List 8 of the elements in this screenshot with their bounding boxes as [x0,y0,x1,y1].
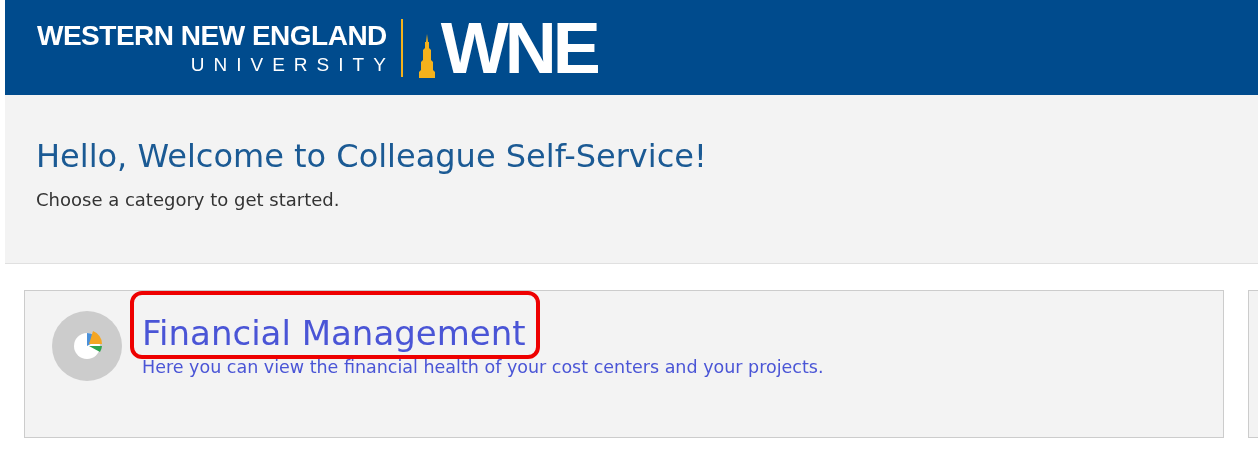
welcome-title: Hello, Welcome to Colleague Self-Service! [36,137,708,175]
logo-subtext: UNIVERSITY [190,53,395,76]
category-description: Here you can view the financial health of your cost centers and your projects. [142,357,824,377]
logo-mark: WNE [440,11,597,84]
category-link[interactable]: Financial Management [142,295,526,355]
welcome-subtitle: Choose a category to get started. [36,189,340,210]
logo-text: WESTERN NEW ENGLAND [37,19,387,52]
pie-chart-icon [52,311,122,381]
